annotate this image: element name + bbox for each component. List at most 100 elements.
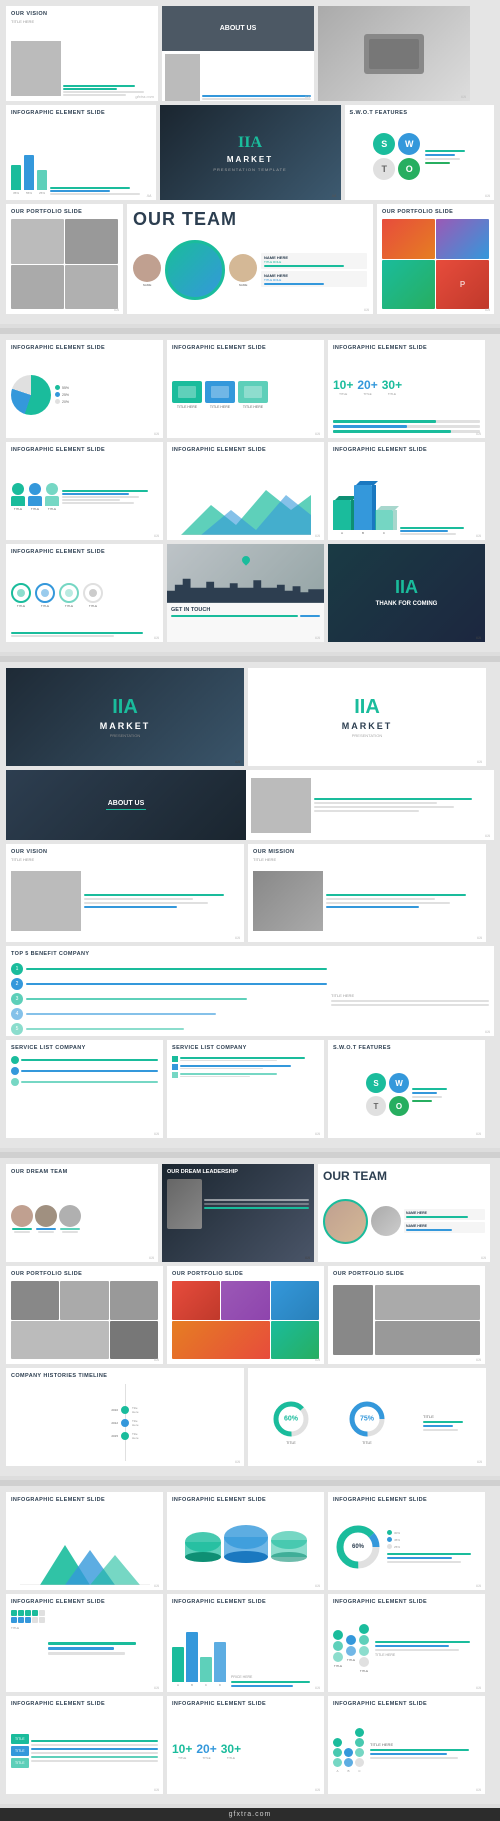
card-label-3: TITLE HERE xyxy=(243,405,263,409)
svc2-icon-3 xyxy=(172,1072,178,1078)
timeline1-title: COMPANY HISTORIES TIMELINE xyxy=(11,1373,239,1379)
port-b-img-4 xyxy=(172,1321,270,1360)
slide-3dbars: INFOGRAPHIC ELEMENT SLIDE A xyxy=(328,442,485,540)
benefit-num-4: 4 xyxy=(11,1008,23,1020)
tl-dot-1 xyxy=(121,1406,129,1414)
card-label-2: TITLE HERE xyxy=(210,405,230,409)
clock-1 xyxy=(11,583,31,603)
port-b-img-2 xyxy=(221,1281,269,1320)
watermark: IIA xyxy=(315,533,320,538)
watermark: IIA xyxy=(315,1787,320,1792)
tl-event-1: 2010 xyxy=(108,1408,118,1412)
slide-about-banner: ABOUT US IIA xyxy=(6,770,494,840)
watermark: IIA xyxy=(476,1357,481,1362)
watermark: IIA xyxy=(154,1583,159,1588)
thank-you-text: THANK FOR COMING xyxy=(376,601,438,609)
watermark: IIA xyxy=(235,935,240,940)
card-icon-3 xyxy=(238,381,268,403)
mission-sub: TITLE HERE xyxy=(253,857,481,862)
market2-name: MARKET xyxy=(342,721,393,731)
svc-icon-2 xyxy=(11,1067,19,1075)
portfolio-img-a xyxy=(382,219,435,259)
bowls-title: INFOGRAPHIC ELEMENT SLIDE xyxy=(172,1497,319,1503)
market1-logo: IIA xyxy=(112,696,138,719)
group-2: INFOGRAPHIC ELEMENT SLIDE 55% 25% xyxy=(0,334,500,652)
watermark: IIA xyxy=(485,833,490,838)
watermark: IIA xyxy=(481,1255,486,1260)
typewriter-image xyxy=(364,34,424,74)
3dbar-2 xyxy=(354,485,372,530)
portfolio-row: OUR PORTFOLIO SLIDE IIA OUR PORTFOLIO SL… xyxy=(6,1266,494,1364)
slide-our-mission: OUR MISSION TITLE HERE IIA xyxy=(248,844,486,942)
watermark: IIA xyxy=(154,635,159,640)
watermark: IIA xyxy=(461,94,466,99)
stat2-num-3: 30+ xyxy=(221,1742,241,1756)
mission-photo xyxy=(253,871,323,931)
slide-get-in-touch: GET IN TOUCH IIA xyxy=(167,544,324,642)
port-b-img-1 xyxy=(172,1281,220,1320)
slide-donut-lg: INFOGRAPHIC ELEMENT SLIDE 60% xyxy=(328,1492,485,1590)
watermark: IIA xyxy=(315,1685,320,1690)
slide-subtitle: TITLE HERE xyxy=(11,19,153,24)
thank-you-logo: IIA xyxy=(395,577,418,598)
portfolio-img-2 xyxy=(65,219,118,264)
swot2-w: W xyxy=(389,1073,409,1093)
slide-icon-cards: INFOGRAPHIC ELEMENT SLIDE TITLE TITLE TI… xyxy=(6,1696,163,1794)
pie-label-1: 55% xyxy=(62,386,69,390)
swot2-o: O xyxy=(389,1096,409,1116)
portfolio-img-d: P xyxy=(436,260,489,309)
person-icon-1 xyxy=(12,483,24,495)
service1-title: SERVICE LIST COMPANY xyxy=(11,1045,158,1051)
slide-portfolio-a: OUR PORTFOLIO SLIDE IIA xyxy=(6,1266,163,1364)
team-avatar-1 xyxy=(133,254,161,282)
swot-s: S xyxy=(373,133,395,155)
swot-t: T xyxy=(373,158,395,180)
port-a-img-1 xyxy=(11,1281,59,1320)
vision-image xyxy=(11,41,61,96)
group-1: OUR VISION TITLE HERE gfxtra.com xyxy=(0,0,500,324)
clock-4 xyxy=(83,583,103,603)
watermark: IIA xyxy=(235,1459,240,1464)
dream-team-title: OUR DREAM TEAM xyxy=(11,1169,153,1175)
team-avatar-2 xyxy=(229,254,257,282)
benefit-num-1: 1 xyxy=(11,963,23,975)
city-map-bg xyxy=(167,544,324,603)
stat-num-1: 10+ xyxy=(333,378,353,392)
person-body-2 xyxy=(28,496,42,506)
watermark: IIA xyxy=(114,307,119,312)
slide-market-2: IIA MARKET PRESENTATION IIA xyxy=(248,668,486,766)
port-c-img-2 xyxy=(375,1321,480,1356)
clock-2 xyxy=(35,583,55,603)
slide-vbars: INFOGRAPHIC ELEMENT SLIDE A B C xyxy=(167,1594,324,1692)
mountain-chart xyxy=(181,480,311,535)
city-silhouette xyxy=(167,573,324,603)
person-label-1: TITLE xyxy=(14,507,22,511)
watermark: gfxtra.com xyxy=(135,94,154,99)
port-c-main xyxy=(333,1285,373,1355)
team2-name2: NAME HERE xyxy=(406,1224,483,1228)
about-image xyxy=(165,54,200,101)
slide-swot-2: S.W.O.T FEATURES S W T O xyxy=(328,1040,485,1138)
market-logo: IIA xyxy=(238,134,262,152)
about-left: ABOUT US xyxy=(6,770,246,840)
person-label-2: TITLE xyxy=(31,507,39,511)
service-row: SERVICE LIST COMPANY xyxy=(6,1040,494,1138)
slide-dream-team: OUR DREAM TEAM xyxy=(6,1164,158,1262)
watermark: IIA xyxy=(305,1255,310,1260)
tl-dot-3 xyxy=(121,1432,129,1440)
infographic2-row-3: INFOGRAPHIC ELEMENT SLIDE TITLE TITLE TI… xyxy=(6,1696,494,1794)
benefit-num-3: 3 xyxy=(11,993,23,1005)
slides-row-3: OUR PORTFOLIO SLIDE IIA OUR TEAM xyxy=(6,204,494,314)
group-3: IIA MARKET PRESENTATION IIA IIA MARKET P… xyxy=(0,662,500,1148)
dream-avatar-3 xyxy=(59,1205,81,1227)
slide-dream-leadership: OUR DREAM LEADERSHIP IIA xyxy=(162,1164,314,1262)
slide-ppl-stack: INFOGRAPHIC ELEMENT SLIDE TITLE xyxy=(328,1594,485,1692)
clock-3 xyxy=(59,583,79,603)
slide-swot: S.W.O.T FEATURES S W T O xyxy=(345,105,495,200)
slide-mountain: INFOGRAPHIC ELEMENT SLIDE IIA xyxy=(167,442,324,540)
watermark: IIA xyxy=(154,1131,159,1136)
squares-title: INFOGRAPHIC ELEMENT SLIDE xyxy=(11,1599,158,1605)
tl-text-1: Title Here xyxy=(132,1406,142,1414)
card-label-1: TITLE HERE xyxy=(177,405,197,409)
swot-w: W xyxy=(398,133,420,155)
